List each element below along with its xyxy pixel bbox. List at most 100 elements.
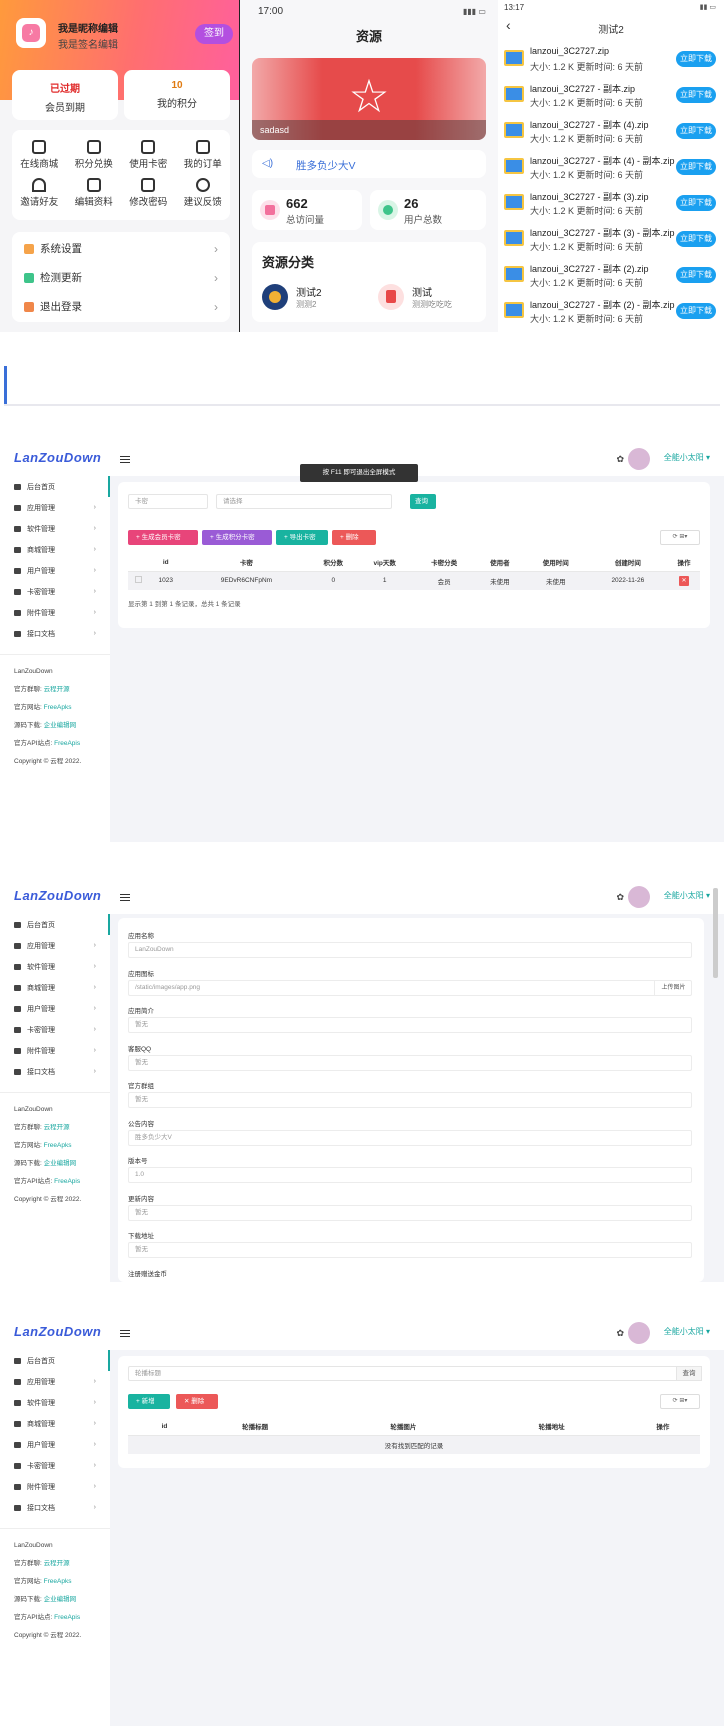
sidebar-item[interactable]: 附件管理 › bbox=[0, 1476, 110, 1497]
sidebar-item[interactable]: 卡密管理 › bbox=[0, 581, 110, 602]
column-header[interactable]: 轮播地址 bbox=[477, 1418, 626, 1436]
logo[interactable]: LanZouDown bbox=[14, 450, 101, 465]
column-header[interactable]: id bbox=[148, 1418, 181, 1436]
sidebar-item[interactable]: 后台首页 bbox=[0, 1350, 110, 1371]
sign-in-button[interactable]: 签到 bbox=[195, 24, 233, 44]
site-link[interactable]: FreeApks bbox=[44, 1578, 72, 1585]
file-row[interactable]: lanzoui_3C2727 - 副本 (2).zip 大小: 1.2 K 更新时… bbox=[498, 258, 724, 292]
sidebar-item[interactable]: 用户管理 › bbox=[0, 1434, 110, 1455]
palette-icon[interactable]: ✿ bbox=[616, 1328, 624, 1339]
download-button[interactable]: 立即下载 bbox=[676, 231, 716, 247]
sidebar-item[interactable]: 软件管理 › bbox=[0, 518, 110, 539]
sidebar-item[interactable]: 后台首页 bbox=[0, 476, 110, 497]
download-button[interactable]: 立即下载 bbox=[676, 195, 716, 211]
sidebar-item[interactable]: 应用管理 › bbox=[0, 1371, 110, 1392]
action-button[interactable]: + 生成积分卡密 bbox=[202, 530, 272, 545]
sidebar-item[interactable]: 附件管理 › bbox=[0, 602, 110, 623]
field-input[interactable]: 暂无 bbox=[128, 1242, 692, 1258]
grid-item-feedback[interactable]: 建议反馈 bbox=[176, 178, 231, 208]
action-button[interactable]: + 导出卡密 bbox=[276, 530, 328, 545]
table-tools[interactable]: ⟳ ⊞▾ bbox=[660, 1394, 700, 1409]
action-button[interactable]: + 生成会员卡密 bbox=[128, 530, 198, 545]
user-menu[interactable]: 全能小太阳 ▾ bbox=[664, 452, 710, 463]
avatar[interactable] bbox=[628, 1322, 650, 1344]
card-key-search-input[interactable]: 卡密 bbox=[128, 494, 208, 509]
grid-item-edit[interactable]: 编辑资料 bbox=[67, 178, 122, 208]
banner[interactable]: ☆ sadasd bbox=[252, 58, 486, 140]
file-row[interactable]: lanzoui_3C2727 - 副本 (4).zip 大小: 1.2 K 更新时… bbox=[498, 114, 724, 148]
sidebar-item[interactable]: 商城管理 › bbox=[0, 539, 110, 560]
banner-title-search[interactable]: 轮播标题 bbox=[128, 1366, 684, 1381]
file-row[interactable]: lanzoui_3C2727 - 副本 (3) - 副本.zip 大小: 1.2 … bbox=[498, 222, 724, 256]
column-header[interactable]: 操作 bbox=[625, 1418, 700, 1436]
file-row[interactable]: lanzoui_3C2727 - 副本 (4) - 副本.zip 大小: 1.2 … bbox=[498, 150, 724, 184]
palette-icon[interactable]: ✿ bbox=[616, 454, 624, 465]
column-header[interactable]: id bbox=[148, 554, 184, 572]
delete-button[interactable]: ✕ 删除 bbox=[176, 1394, 218, 1409]
field-input[interactable]: LanZouDown bbox=[128, 942, 692, 958]
api-link[interactable]: FreeApis bbox=[54, 1614, 80, 1621]
download-button[interactable]: 立即下载 bbox=[676, 267, 716, 283]
file-row[interactable]: lanzoui_3C2727 - 副本 (2) - 副本.zip 大小: 1.2 … bbox=[498, 294, 724, 328]
delete-icon[interactable]: ✕ bbox=[679, 575, 690, 586]
row-checkbox[interactable] bbox=[134, 576, 142, 584]
column-header[interactable]: 积分数 bbox=[309, 554, 358, 572]
table-tools[interactable]: ⟳ ⊞▾ bbox=[660, 530, 700, 545]
query-button[interactable]: 查询 bbox=[410, 494, 436, 509]
file-row[interactable]: lanzoui_3C2727 - 副本.zip 大小: 1.2 K 更新时间: 6… bbox=[498, 78, 724, 112]
category-item[interactable]: 测试2 测测2 bbox=[262, 282, 372, 314]
column-header[interactable]: 卡密 bbox=[183, 554, 310, 572]
group-link[interactable]: 云程开源 bbox=[44, 1560, 70, 1567]
download-button[interactable]: 立即下载 bbox=[676, 87, 716, 103]
field-input[interactable]: 胜多负少大V bbox=[128, 1129, 692, 1146]
points-card[interactable]: 10 我的积分 bbox=[124, 70, 230, 120]
menu-logout[interactable]: 退出登录 › bbox=[12, 292, 230, 321]
menu-toggle-icon[interactable] bbox=[120, 456, 130, 463]
scrollbar[interactable] bbox=[713, 888, 718, 978]
source-link[interactable]: 企业编辑网 bbox=[44, 1596, 77, 1603]
menu-system-settings[interactable]: 系统设置 › bbox=[12, 234, 230, 263]
category-item[interactable]: 测试 测测吃吃吃 bbox=[378, 282, 482, 314]
field-input[interactable]: 暂无 bbox=[128, 1017, 692, 1033]
grid-item-invite[interactable]: 邀请好友 bbox=[12, 178, 67, 208]
column-header[interactable]: 操作 bbox=[668, 554, 700, 572]
query-button[interactable]: 查询 bbox=[676, 1366, 702, 1381]
download-button[interactable]: 立即下载 bbox=[676, 159, 716, 175]
field-input[interactable]: /static/images/app.png bbox=[128, 979, 692, 996]
upload-image-button[interactable]: 上传图片 bbox=[654, 979, 692, 996]
site-link[interactable]: FreeApks bbox=[44, 704, 72, 711]
grid-item-shop[interactable]: 在线商城 bbox=[12, 140, 67, 170]
avatar[interactable]: ♪ bbox=[16, 18, 46, 48]
source-link[interactable]: 企业编辑网 bbox=[44, 722, 77, 729]
column-header[interactable]: vip天数 bbox=[357, 554, 413, 572]
file-row[interactable]: lanzoui_3C2727.zip 大小: 1.2 K 更新时间: 6 天前 立即… bbox=[498, 42, 724, 76]
field-input[interactable]: 暂无 bbox=[128, 1204, 692, 1221]
download-button[interactable]: 立即下载 bbox=[676, 51, 716, 67]
column-header[interactable]: 使用者 bbox=[475, 554, 524, 572]
grid-item-card[interactable]: 使用卡密 bbox=[121, 140, 176, 170]
menu-toggle-icon[interactable] bbox=[120, 1330, 130, 1337]
field-input[interactable]: 1.0 bbox=[128, 1167, 692, 1183]
grid-item-exchange[interactable]: 积分兑换 bbox=[67, 140, 122, 170]
download-button[interactable]: 立即下载 bbox=[676, 123, 716, 139]
category-select[interactable]: 请选择 bbox=[216, 494, 392, 509]
notice-bar[interactable]: ◁) 胜多负少大V bbox=[252, 150, 486, 178]
sidebar-item[interactable]: 应用管理 › bbox=[0, 497, 110, 518]
avatar[interactable] bbox=[628, 448, 650, 470]
logo[interactable]: LanZouDown bbox=[14, 1324, 101, 1339]
grid-item-password[interactable]: 修改密码 bbox=[121, 178, 176, 208]
sidebar-item[interactable]: 用户管理 › bbox=[0, 560, 110, 581]
column-header[interactable]: 卡密分类 bbox=[412, 554, 476, 572]
grid-item-orders[interactable]: 我的订单 bbox=[176, 140, 231, 170]
action-button[interactable]: + 删除 bbox=[332, 530, 376, 545]
user-menu[interactable]: 全能小太阳 ▾ bbox=[664, 1326, 710, 1337]
column-header[interactable]: 创建时间 bbox=[587, 554, 669, 572]
sidebar-item[interactable]: 商城管理 › bbox=[0, 1413, 110, 1434]
column-header[interactable]: 轮播图片 bbox=[329, 1418, 478, 1436]
sidebar-item[interactable]: 软件管理 › bbox=[0, 1392, 110, 1413]
file-row[interactable]: lanzoui_3C2727 - 副本 (3).zip 大小: 1.2 K 更新时… bbox=[498, 186, 724, 220]
field-input[interactable]: 暂无 bbox=[128, 1054, 692, 1071]
sidebar-item[interactable]: 卡密管理 › bbox=[0, 1455, 110, 1476]
sidebar-item[interactable]: 接口文档 › bbox=[0, 623, 110, 644]
download-button[interactable]: 立即下载 bbox=[676, 303, 716, 319]
